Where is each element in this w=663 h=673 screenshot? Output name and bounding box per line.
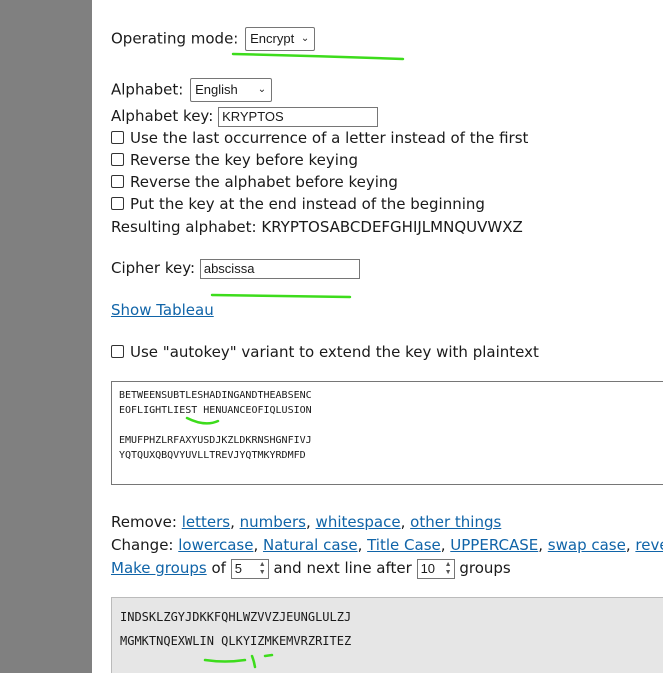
show-tableau-link[interactable]: Show Tableau <box>111 301 214 319</box>
reverse-key-checkbox[interactable] <box>111 153 124 166</box>
output-box: INDSKLZGYJDKKFQHLWZVVZJEUNGLULZJ MGMKTNQ… <box>111 597 663 673</box>
chevron-down-icon: ⌄ <box>257 84 267 95</box>
natural-case-link[interactable]: Natural case <box>263 536 358 554</box>
change-label: Change: <box>111 536 174 554</box>
remove-label: Remove: <box>111 513 177 531</box>
last-occurrence-checkbox[interactable] <box>111 131 124 144</box>
next-line-label: and next line after <box>273 559 412 577</box>
option-key-at-end[interactable]: Put the key at the end instead of the be… <box>111 194 485 214</box>
alphabet-value: English <box>195 82 238 97</box>
make-groups-link[interactable]: Make groups <box>111 559 207 577</box>
title-case-link[interactable]: Title Case <box>367 536 441 554</box>
operating-mode-select[interactable]: Encrypt ⌄ <box>245 27 316 51</box>
operating-mode-row: Operating mode: Encrypt ⌄ <box>111 27 316 51</box>
alphabet-select[interactable]: English ⌄ <box>190 78 273 102</box>
alphabet-label: Alphabet: <box>111 80 184 99</box>
alphabet-key-label: Alphabet key: <box>111 107 214 125</box>
operating-mode-label: Operating mode: <box>111 29 239 48</box>
remove-letters-link[interactable]: letters <box>182 513 230 531</box>
resulting-alphabet-value: KRYPTOSABCDEFGHIJLMNQUVWXZ <box>261 218 523 236</box>
line-groups-input[interactable]: 10 ▲ ▼ <box>416 558 455 579</box>
option-last-occurrence[interactable]: Use the last occurrence of a letter inst… <box>111 128 528 148</box>
groups-of-label: of <box>211 559 226 577</box>
resulting-alphabet-label: Resulting alphabet: <box>111 218 257 236</box>
autokey-checkbox[interactable] <box>111 345 124 358</box>
spinner-icon[interactable]: ▲ ▼ <box>445 561 452 577</box>
cipher-key-label: Cipher key: <box>111 259 196 277</box>
groups-suffix-label: groups <box>459 559 511 577</box>
option-reverse-alphabet[interactable]: Reverse the alphabet before keying <box>111 172 398 192</box>
autokey-label: Use "autokey" variant to extend the key … <box>130 343 539 361</box>
chevron-down-icon: ⌄ <box>300 33 310 44</box>
cipher-form: Operating mode: Encrypt ⌄ Alphabet: Engl… <box>111 0 663 673</box>
show-tableau-row: Show Tableau <box>111 300 214 320</box>
remove-numbers-link[interactable]: numbers <box>240 513 306 531</box>
change-row: Change: lowercase, Natural case, Title C… <box>111 535 663 555</box>
input-textarea[interactable]: BETWEENSUBTLESHADINGANDTHEABSENC EOFLIGH… <box>111 381 663 485</box>
spinner-icon[interactable]: ▲ ▼ <box>259 561 266 577</box>
resulting-alphabet-row: Resulting alphabet: KRYPTOSABCDEFGHIJLMN… <box>111 217 523 237</box>
key-at-end-checkbox[interactable] <box>111 197 124 210</box>
option-label: Reverse the alphabet before keying <box>130 173 398 191</box>
alphabet-row: Alphabet: English ⌄ <box>111 78 273 102</box>
option-label: Use the last occurrence of a letter inst… <box>130 129 529 147</box>
left-gutter <box>0 0 92 673</box>
option-label: Reverse the key before keying <box>130 151 358 169</box>
option-reverse-key[interactable]: Reverse the key before keying <box>111 150 358 170</box>
reverse-link[interactable]: reverse <box>635 536 663 554</box>
cipher-key-row: Cipher key: abscissa <box>111 258 360 279</box>
alphabet-key-input[interactable]: KRYPTOS <box>218 106 379 127</box>
group-size-value: 5 <box>234 560 242 576</box>
remove-other-things-link[interactable]: other things <box>410 513 501 531</box>
alphabet-key-row: Alphabet key: KRYPTOS <box>111 106 379 127</box>
operating-mode-value: Encrypt <box>250 31 295 46</box>
cipher-key-input[interactable]: abscissa <box>199 258 360 279</box>
swap-case-link[interactable]: swap case <box>548 536 626 554</box>
option-label: Put the key at the end instead of the be… <box>130 195 485 213</box>
groups-row: Make groups of 5 ▲ ▼ and next line after … <box>111 558 511 579</box>
autokey-row[interactable]: Use "autokey" variant to extend the key … <box>111 342 539 362</box>
remove-whitespace-link[interactable]: whitespace <box>316 513 401 531</box>
group-size-input[interactable]: 5 ▲ ▼ <box>230 558 269 579</box>
lowercase-link[interactable]: lowercase <box>178 536 253 554</box>
line-groups-value: 10 <box>420 560 436 576</box>
remove-row: Remove: letters, numbers, whitespace, ot… <box>111 513 502 531</box>
reverse-alphabet-checkbox[interactable] <box>111 175 124 188</box>
uppercase-link[interactable]: UPPERCASE <box>450 536 538 554</box>
